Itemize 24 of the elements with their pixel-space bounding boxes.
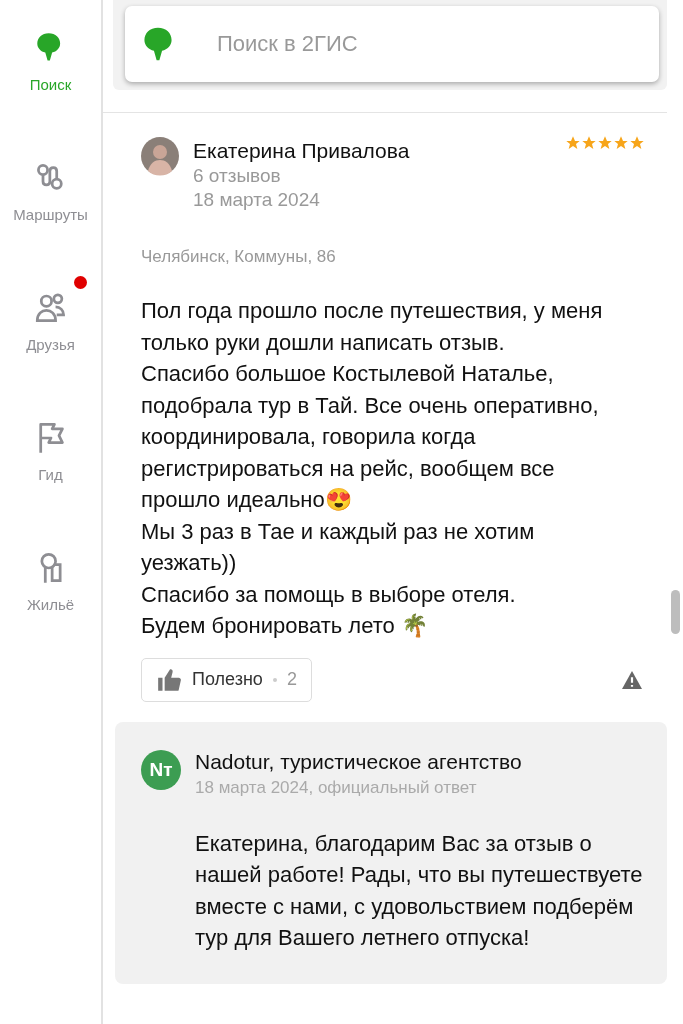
sidebar-item[interactable]: Маршруты xyxy=(0,144,101,258)
star-icon xyxy=(629,135,645,151)
warning-icon[interactable] xyxy=(621,669,643,690)
review-text: Пол года прошло после путешествия, у меня только руки дошли написать отзыв. Спасибо большое Костылевой Наталье, подобрала тур в Тай. Все очень оперативно, координировала, говорила когда регистрироваться на рейс, вообщем все прошло идеально😍 Мы 3 раз в Тае и каждый раз не хотим уезжать)) Спасибо за помощь в выборе отеля. Будем бронировать лето 🌴 xyxy=(141,297,604,640)
address: Челябинск, Коммуны, 86 xyxy=(141,247,337,267)
agency-name: Nadotur, туристическое агентство xyxy=(195,749,523,774)
review-count: 6 отзывов xyxy=(193,165,282,187)
search-field[interactable]: Поиск в 2ГИС xyxy=(215,30,519,58)
author-name: Екатерина Привалова xyxy=(193,139,411,163)
star-icon xyxy=(581,135,597,151)
star-icon xyxy=(565,135,581,151)
thumbs-up-icon xyxy=(156,666,182,693)
agency-avatar: Nт xyxy=(141,749,181,790)
reply-text: Екатерина, благодарим Вас за отзыв о нашей работе! Рады, что вы путешествуете вместе с нами, с удовольствием подберём тур для Вашего летнего отпуска! xyxy=(195,829,644,952)
star-icon xyxy=(613,135,629,151)
star-icon xyxy=(597,135,613,151)
scrollbar xyxy=(671,590,680,634)
sidebar-item[interactable]: Гид xyxy=(0,404,101,518)
sidebar-item[interactable]: Поиск xyxy=(0,14,101,128)
sidebar-item[interactable]: Жильё xyxy=(0,534,101,648)
reply-meta: 18 марта 2024, официальный ответ xyxy=(195,777,478,798)
helpful-button[interactable]: Полезно 2 xyxy=(141,657,312,702)
review-date: 18 марта 2024 xyxy=(193,189,321,211)
sidebar-item[interactable]: Друзья xyxy=(0,274,101,388)
